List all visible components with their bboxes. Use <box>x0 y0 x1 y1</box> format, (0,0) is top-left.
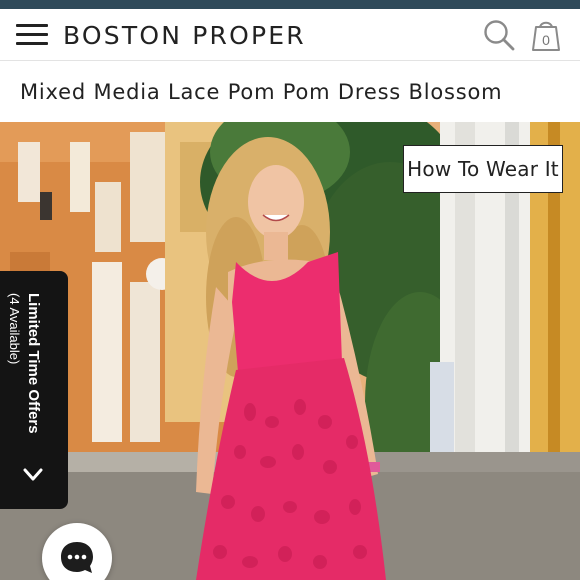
limited-time-offers-tab[interactable]: Limited Time Offers (4 Available) <box>0 271 68 509</box>
cart-count-badge: 0 <box>542 32 550 48</box>
search-icon[interactable] <box>482 18 516 52</box>
shopping-bag-icon[interactable]: 0 <box>528 17 564 53</box>
how-to-wear-it-button[interactable]: How To Wear It <box>403 145 563 193</box>
offers-label: Limited Time Offers <box>25 293 42 434</box>
offers-count-label: (4 Available) <box>7 293 22 365</box>
offers-text-group: Limited Time Offers (4 Available) <box>7 293 58 469</box>
site-header: BOSTON PROPER 0 <box>0 9 580 61</box>
chat-bubble-icon <box>59 540 95 576</box>
product-title-bar: Mixed Media Lace Pom Pom Dress Blossom <box>0 62 580 122</box>
hamburger-menu-icon[interactable] <box>16 24 48 46</box>
brand-logo[interactable]: BOSTON PROPER <box>63 21 306 50</box>
chevron-down-icon <box>22 467 44 483</box>
top-accent-strip <box>0 0 580 9</box>
product-title: Mixed Media Lace Pom Pom Dress Blossom <box>20 80 503 104</box>
